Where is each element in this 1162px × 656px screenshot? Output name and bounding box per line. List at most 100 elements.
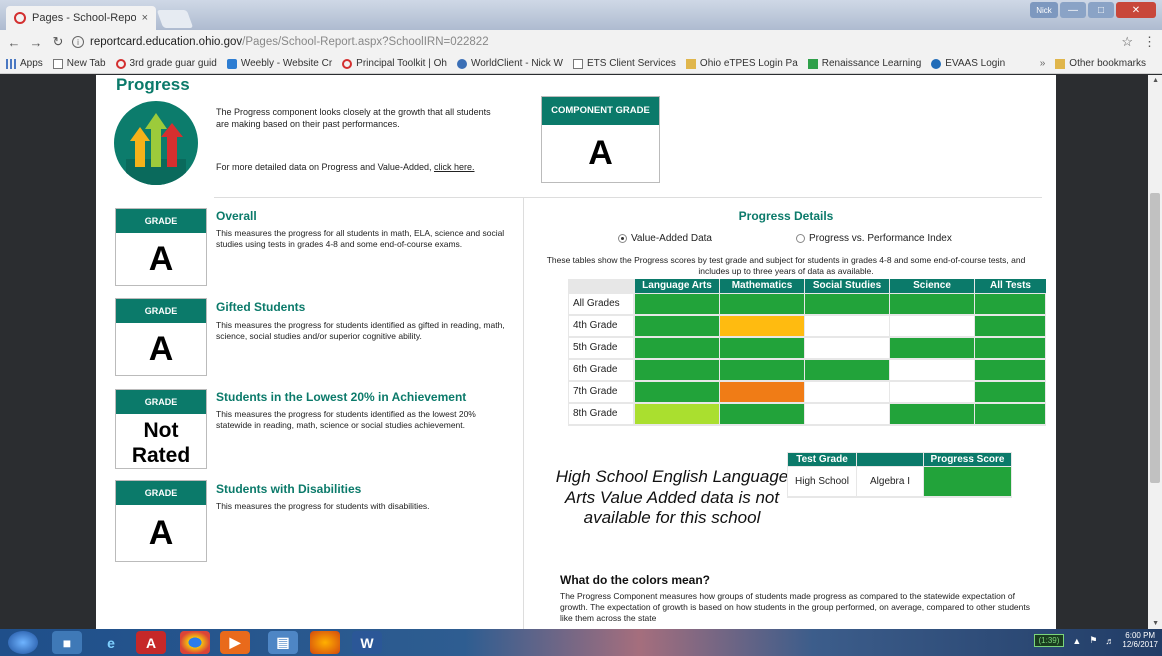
chrome-icon[interactable] xyxy=(180,631,210,654)
radio-label: Value-Added Data xyxy=(631,233,712,244)
tab-close-button[interactable]: × xyxy=(142,12,148,24)
bookmark-label: Other bookmarks xyxy=(1069,58,1146,69)
bookmark-3rd-grade[interactable]: 3rd grade guar guid xyxy=(115,58,217,69)
flag-icon[interactable]: ⚑ xyxy=(1089,635,1097,646)
start-button-icon[interactable] xyxy=(8,631,38,654)
evaas-icon xyxy=(931,58,942,69)
grade-label: GRADE xyxy=(116,481,206,505)
grade-label: GRADE xyxy=(116,299,206,323)
volume-icon[interactable]: ♬ xyxy=(1105,636,1114,646)
radio-label: Progress vs. Performance Index xyxy=(809,233,952,244)
score-cell xyxy=(805,338,889,358)
column-divider xyxy=(523,197,524,629)
bookmark-label: Principal Toolkit | Oh xyxy=(356,58,447,69)
row-label: 6th Grade xyxy=(569,360,633,380)
windows-taskbar: ■ e A ▶ ▤ W (1:39) ▲ ⚑ ♬ 6:00 PM 12/6/20… xyxy=(0,629,1162,656)
colors-title: What do the colors mean? xyxy=(560,573,711,587)
progress-scores-table: Language Arts Mathematics Social Studies… xyxy=(568,279,1046,426)
score-cell xyxy=(890,294,974,314)
score-cell xyxy=(975,382,1045,402)
row-label: 8th Grade xyxy=(569,404,633,424)
bookmark-new-tab[interactable]: New Tab xyxy=(52,58,106,69)
forward-arrow-icon[interactable]: → xyxy=(28,35,44,50)
app-icon[interactable]: ▶ xyxy=(220,631,250,654)
reload-icon[interactable]: ↻ xyxy=(50,34,66,50)
progress-more-text: For more detailed data on Progress and V… xyxy=(216,162,475,172)
bookmarks-bar: Apps New Tab 3rd grade guar guid Weebly … xyxy=(0,54,1162,74)
grade-label: GRADE xyxy=(116,209,206,233)
address-row: ← → ↻ i reportcard.education.ohio.gov/Pa… xyxy=(0,30,1162,54)
component-grade-value: A xyxy=(588,134,613,172)
column-header: Social Studies xyxy=(805,279,889,293)
close-window-button[interactable]: ✕ xyxy=(1116,2,1156,18)
clock[interactable]: 6:00 PM 12/6/2017 xyxy=(1122,631,1158,650)
file-explorer-icon[interactable]: ■ xyxy=(52,631,82,654)
score-cell xyxy=(720,404,804,424)
progress-vs-pi-radio[interactable]: Progress vs. Performance Index xyxy=(796,233,952,244)
click-here-link[interactable]: click here. xyxy=(434,162,475,172)
maximize-button[interactable]: □ xyxy=(1088,2,1114,18)
profile-button[interactable]: Nick xyxy=(1030,2,1058,18)
high-school-table: Test Grade Progress Score High School Al… xyxy=(787,452,1012,498)
tables-note: These tables show the Progress scores by… xyxy=(546,255,1026,276)
bookmarks-overflow-button[interactable]: » xyxy=(1040,58,1046,69)
score-cell xyxy=(975,338,1045,358)
browser-title-bar: Pages - School-Report × Nick — □ ✕ xyxy=(0,0,1162,30)
progress-details-title: Progress Details xyxy=(738,209,834,223)
bookmark-worldclient[interactable]: WorldClient - Nick W xyxy=(456,58,563,69)
score-cell xyxy=(805,382,889,402)
score-cell xyxy=(635,338,719,358)
bookmark-etpes[interactable]: Ohio eTPES Login Pa xyxy=(685,58,798,69)
lowest-20-title: Students in the Lowest 20% in Achievemen… xyxy=(216,390,467,404)
vertical-scrollbar[interactable]: ▲ ▼ xyxy=(1148,75,1162,629)
grade-value: A xyxy=(148,240,174,278)
page-icon xyxy=(52,58,63,69)
minimize-button[interactable]: — xyxy=(1060,2,1086,18)
lowest-20-grade-card: GRADE Not Rated xyxy=(115,389,207,469)
info-icon[interactable]: i xyxy=(72,36,84,48)
high-school-note: High School English Language Arts Value … xyxy=(555,467,789,528)
bookmark-apps[interactable]: Apps xyxy=(6,58,43,69)
grade-label: GRADE xyxy=(116,390,206,414)
url-bar[interactable]: i reportcard.education.ohio.gov/Pages/Sc… xyxy=(72,36,1111,48)
score-cell xyxy=(890,382,974,402)
menu-dots-icon[interactable]: ⋮ xyxy=(1143,34,1156,50)
battery-indicator[interactable]: (1:39) xyxy=(1033,634,1065,648)
tab-title: Pages - School-Report xyxy=(32,12,136,24)
page-icon xyxy=(573,58,583,69)
component-grade-label: COMPONENT GRADE xyxy=(542,97,659,125)
browser-tab[interactable]: Pages - School-Report × xyxy=(6,6,156,30)
back-arrow-icon[interactable]: ← xyxy=(6,35,22,50)
word-icon[interactable]: W xyxy=(352,631,382,654)
notepad-icon[interactable]: ▤ xyxy=(268,631,298,654)
progress-score-cell xyxy=(924,467,1011,496)
bookmark-ets[interactable]: ETS Client Services xyxy=(573,58,676,69)
firefox-icon[interactable] xyxy=(310,631,340,654)
lowest-20-description: This measures the progress for students … xyxy=(216,409,476,430)
other-bookmarks[interactable]: Other bookmarks xyxy=(1055,58,1146,69)
folder-icon xyxy=(1055,58,1066,69)
scroll-up-icon[interactable]: ▲ xyxy=(1152,77,1159,84)
scrollbar-thumb[interactable] xyxy=(1150,193,1160,483)
algebra-cell: Algebra I xyxy=(857,467,923,496)
scroll-down-icon[interactable]: ▼ xyxy=(1152,620,1159,627)
score-cell xyxy=(635,360,719,380)
grade-value-line2: Rated xyxy=(131,444,191,468)
new-tab-button[interactable] xyxy=(156,10,194,28)
bookmark-renaissance[interactable]: Renaissance Learning xyxy=(807,58,921,69)
score-cell xyxy=(635,382,719,402)
bookmark-star-icon[interactable]: ☆ xyxy=(1121,34,1133,50)
bookmark-weebly[interactable]: Weebly - Website Cr xyxy=(226,58,332,69)
bookmark-principal-toolkit[interactable]: Principal Toolkit | Oh xyxy=(342,58,447,69)
tray-expand-icon[interactable]: ▲ xyxy=(1072,636,1081,646)
gifted-grade-card: GRADE A xyxy=(115,298,207,376)
bookmark-evaas[interactable]: EVAAS Login xyxy=(931,58,1005,69)
score-cell xyxy=(635,404,719,424)
value-added-radio[interactable]: Value-Added Data xyxy=(618,233,712,244)
acrobat-icon[interactable]: A xyxy=(136,631,166,654)
colors-description: The Progress Component measures how grou… xyxy=(560,591,1030,624)
internet-explorer-icon[interactable]: e xyxy=(96,631,126,654)
bookmark-label: WorldClient - Nick W xyxy=(470,58,563,69)
disabilities-title: Students with Disabilities xyxy=(216,482,362,496)
row-label: 7th Grade xyxy=(569,382,633,402)
